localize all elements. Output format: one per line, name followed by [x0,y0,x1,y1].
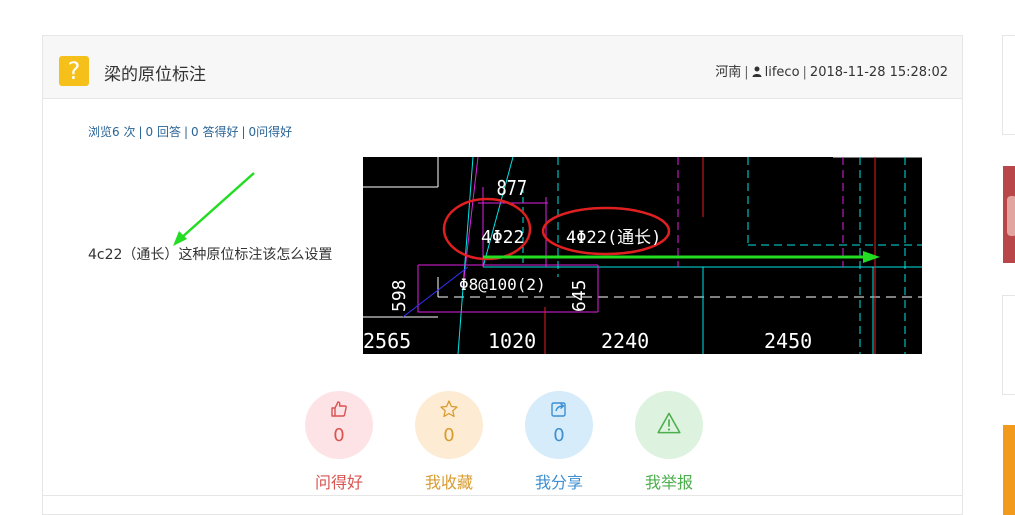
sidebar-thumbnail[interactable] [1003,166,1015,263]
answers-count[interactable]: 0 回答 [146,125,181,139]
stirrup-label: Φ8@100(2) [459,275,546,294]
span-2565-label: 2565 [363,329,411,353]
user-link[interactable]: lifeco [765,65,800,80]
question-header: ? 梁的原位标注 河南 | lifeco | 2018-11-28 15:28:02 [43,36,962,99]
question-datetime: 2018-11-28 15:28:02 [809,65,948,80]
like-count: 0 [333,425,345,446]
span-2240-label: 2240 [601,329,649,353]
warning-icon [657,412,681,434]
green-arrow-annotation [173,172,255,246]
dim-877-label: 877 [496,178,527,201]
favorite-count: 0 [443,425,455,446]
good-answers-count: 0 答得好 [191,125,239,139]
question-title: 梁的原位标注 [104,65,206,85]
share-count: 0 [553,425,565,446]
region-link[interactable]: 河南 [715,65,741,80]
views-count: 浏览6 次 [88,125,136,139]
dim-645-label: 645 [569,279,590,312]
sidebar-panel [1002,295,1015,395]
report-button[interactable]: 我举报 [634,391,704,493]
favorite-button[interactable]: 0 我收藏 [414,391,484,493]
span-1020-label: 1020 [488,329,536,353]
question-body: 4c22（通长）这种原位标注该怎么设置 [88,247,333,263]
report-label: 我举报 [644,473,693,492]
like-label: 问得好 [314,473,363,492]
good-asks-count: 0问得好 [248,125,293,139]
cad-drawing-image[interactable]: 877 4Φ22 4Φ22(通长) Φ8@100(2) 598 645 2565… [363,157,922,354]
share-label: 我分享 [534,473,583,492]
question-card: ? 梁的原位标注 河南 | lifeco | 2018-11-28 15:28:02 浏… [42,35,963,515]
user-icon [752,66,762,77]
question-stats: 浏览6 次 | 0 回答 | 0 答得好 | 0问得好 [88,125,293,139]
question-meta: 河南 | lifeco | 2018-11-28 15:28:02 [715,65,948,80]
favorite-label: 我收藏 [424,473,473,492]
like-question-button[interactable]: 0 问得好 [304,391,374,493]
share-button[interactable]: 0 我分享 [524,391,594,493]
rebar-right-label: 4Φ22(通长) [566,228,661,248]
rebar-left-label: 4Φ22 [481,227,524,248]
star-icon [440,400,458,418]
span-2450-label: 2450 [764,329,812,353]
question-mark-icon: ? [59,56,89,86]
sidebar-thumbnail[interactable] [1003,425,1015,515]
thumbs-up-icon [331,401,347,417]
sidebar-panel [1002,35,1015,135]
card-divider [43,495,962,496]
dim-598-label: 598 [389,279,410,312]
share-icon [551,402,566,417]
